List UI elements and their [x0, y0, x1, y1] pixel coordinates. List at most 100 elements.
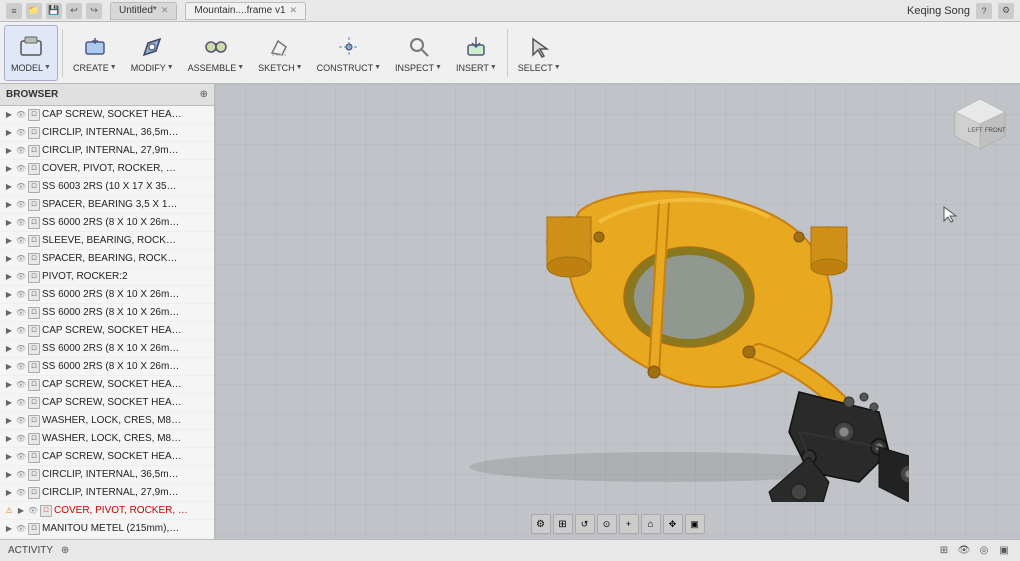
- browser-item-visibility[interactable]: 👁: [16, 200, 26, 210]
- toolbar-select[interactable]: SELECT ▼: [512, 25, 567, 81]
- browser-item[interactable]: ▶👁□CAP SCREW, SOCKET HEAD, FLA...: [0, 322, 214, 340]
- browser-item-expand[interactable]: ▶: [4, 308, 14, 318]
- bottom-grid-icon[interactable]: ⊞: [936, 543, 952, 559]
- browser-item-expand[interactable]: ▶: [4, 236, 14, 246]
- browser-item-visibility[interactable]: 👁: [16, 110, 26, 120]
- browser-item-expand[interactable]: ▶: [4, 128, 14, 138]
- browser-list[interactable]: ▶👁□CAP SCREW, SOCKET HEAD, CRI...▶👁□CIRC…: [0, 106, 214, 539]
- browser-item-visibility[interactable]: 👁: [16, 146, 26, 156]
- browser-item-visibility[interactable]: 👁: [16, 308, 26, 318]
- view-orbit-icon[interactable]: ↺: [575, 514, 595, 534]
- browser-item[interactable]: ▶👁□CAP SCREW, SOCKET HEAD, FLA...: [0, 376, 214, 394]
- browser-item-visibility[interactable]: 👁: [16, 452, 26, 462]
- zoom-in-icon[interactable]: +: [619, 514, 639, 534]
- browser-item-visibility[interactable]: 👁: [16, 182, 26, 192]
- browser-item[interactable]: ▶👁□WASHER, LOCK, CRES, M8, 12,7...: [0, 430, 214, 448]
- browser-item[interactable]: ▶👁□CIRCLIP, INTERNAL, 36,5mm OI...: [0, 124, 214, 142]
- browser-item-expand[interactable]: ▶: [4, 362, 14, 372]
- toolbar-insert[interactable]: INSERT ▼: [450, 25, 503, 81]
- view-home-icon[interactable]: ⌂: [641, 514, 661, 534]
- browser-item-expand[interactable]: ▶: [4, 344, 14, 354]
- browser-item-expand[interactable]: ▶: [4, 182, 14, 192]
- toolbar-modify[interactable]: MODIFY ▼: [125, 25, 180, 81]
- browser-item-expand[interactable]: ▶: [4, 164, 14, 174]
- browser-item[interactable]: ▶👁□CAP SCREW, SOCKET HEAD, CRI...: [0, 448, 214, 466]
- browser-item-visibility[interactable]: 👁: [16, 524, 26, 534]
- bottom-section-icon[interactable]: ▣: [996, 543, 1012, 559]
- browser-item-expand[interactable]: ▶: [4, 110, 14, 120]
- browser-item[interactable]: ▶👁□ROCKER:1: [0, 538, 214, 539]
- browser-item[interactable]: ▶👁□CAP SCREW, SOCKET HEAD, CRI...: [0, 106, 214, 124]
- browser-item-expand[interactable]: ▶: [4, 452, 14, 462]
- browser-item-visibility[interactable]: 👁: [16, 470, 26, 480]
- view-cube[interactable]: LEFT FRONT: [950, 94, 1010, 154]
- browser-item-visibility[interactable]: 👁: [16, 128, 26, 138]
- toolbar-assemble[interactable]: ASSEMBLE ▼: [182, 25, 250, 81]
- browser-item-expand[interactable]: ▶: [4, 434, 14, 444]
- bottom-eye-icon[interactable]: 👁: [956, 543, 972, 559]
- tab-mountain-frame-close[interactable]: ✕: [290, 5, 298, 16]
- browser-item-visibility[interactable]: 👁: [16, 380, 26, 390]
- browser-item-expand[interactable]: ▶: [4, 416, 14, 426]
- quick-access-icon[interactable]: 📁: [26, 3, 42, 19]
- browser-item[interactable]: ▶👁□SS 6003 2RS (10 X 17 X 35mm)...: [0, 178, 214, 196]
- toolbar-model[interactable]: MODEL ▼: [4, 25, 58, 81]
- browser-item-expand[interactable]: ▶: [16, 506, 26, 516]
- browser-item-visibility[interactable]: 👁: [16, 362, 26, 372]
- browser-item-visibility[interactable]: 👁: [28, 506, 38, 516]
- browser-item[interactable]: ▶👁□CIRCLIP, INTERNAL, 27,9mm OI...: [0, 484, 214, 502]
- browser-item-expand[interactable]: ▶: [4, 218, 14, 228]
- view-pan-icon[interactable]: ✥: [663, 514, 683, 534]
- browser-item-expand[interactable]: ▶: [4, 326, 14, 336]
- browser-item-visibility[interactable]: 👁: [16, 416, 26, 426]
- toolbar-create[interactable]: CREATE ▼: [67, 25, 123, 81]
- toolbar-inspect[interactable]: INSPECT ▼: [389, 25, 448, 81]
- tab-untitled-close[interactable]: ✕: [161, 5, 169, 16]
- browser-item-expand[interactable]: ▶: [4, 488, 14, 498]
- browser-item[interactable]: ▶👁□PIVOT, ROCKER:2: [0, 268, 214, 286]
- app-menu-icon[interactable]: ≡: [6, 3, 22, 19]
- bottom-camera-icon[interactable]: ◎: [976, 543, 992, 559]
- browser-item-visibility[interactable]: 👁: [16, 398, 26, 408]
- toolbar-sketch[interactable]: SKETCH ▼: [252, 25, 308, 81]
- browser-expand-icon[interactable]: ⊕: [200, 89, 208, 100]
- browser-item[interactable]: ▶👁□CIRCLIP, INTERNAL, 27,9mm OI...: [0, 142, 214, 160]
- viewport[interactable]: LEFT FRONT: [215, 84, 1020, 539]
- browser-item-visibility[interactable]: 👁: [16, 164, 26, 174]
- activity-expand-icon[interactable]: ⊕: [57, 543, 73, 559]
- browser-item-expand[interactable]: ▶: [4, 380, 14, 390]
- browser-item-expand[interactable]: ▶: [4, 254, 14, 264]
- settings-icon[interactable]: ⚙: [998, 3, 1014, 19]
- view-settings-icon[interactable]: ⚙: [531, 514, 551, 534]
- browser-item[interactable]: ▶👁□COVER, PIVOT, ROCKER, M27,9...: [0, 160, 214, 178]
- browser-item[interactable]: ▶👁□SS 6000 2RS (8 X 10 X 26mm):4: [0, 304, 214, 322]
- browser-item[interactable]: ▶👁□SS 6000 2RS (8 X 10 X 26mm):6: [0, 358, 214, 376]
- browser-item[interactable]: ▶👁□CIRCLIP, INTERNAL, 36,5mm OI...: [0, 466, 214, 484]
- browser-item-visibility[interactable]: 👁: [16, 344, 26, 354]
- browser-item[interactable]: ▶👁□SS 6000 2RS (8 X 10 X 26mm):3: [0, 286, 214, 304]
- undo-icon[interactable]: ↩: [66, 3, 82, 19]
- zoom-fit-icon[interactable]: ⊙: [597, 514, 617, 534]
- browser-item-expand[interactable]: ▶: [4, 398, 14, 408]
- browser-item[interactable]: ▶👁□MANITOU METEL (215mm), 6 W...: [0, 520, 214, 538]
- browser-item-visibility[interactable]: 👁: [16, 272, 26, 282]
- save-icon[interactable]: 💾: [46, 3, 62, 19]
- browser-item-visibility[interactable]: 👁: [16, 290, 26, 300]
- browser-item-expand[interactable]: ▶: [4, 290, 14, 300]
- browser-item-expand[interactable]: ▶: [4, 524, 14, 534]
- browser-item-visibility[interactable]: 👁: [16, 326, 26, 336]
- view-grid-icon[interactable]: ⊞: [553, 514, 573, 534]
- browser-item[interactable]: ▶👁□SLEEVE, BEARING, ROCKER, FW...: [0, 232, 214, 250]
- tab-untitled[interactable]: Untitled* ✕: [110, 2, 177, 20]
- browser-item-visibility[interactable]: 👁: [16, 488, 26, 498]
- view-section-icon[interactable]: ▣: [685, 514, 705, 534]
- browser-item[interactable]: ▶👁□SPACER, BEARING, ROCKER, MI...: [0, 250, 214, 268]
- browser-item[interactable]: ▶👁□WASHER, LOCK, CRES, M8, 12,7...: [0, 412, 214, 430]
- browser-item-visibility[interactable]: 👁: [16, 254, 26, 264]
- toolbar-construct[interactable]: CONSTRUCT ▼: [311, 25, 387, 81]
- browser-item-expand[interactable]: ▶: [4, 146, 14, 156]
- tab-mountain-frame[interactable]: Mountain....frame v1 ✕: [185, 2, 306, 20]
- redo-icon[interactable]: ↪: [86, 3, 102, 19]
- browser-item-expand[interactable]: ▶: [4, 200, 14, 210]
- browser-item-visibility[interactable]: 👁: [16, 218, 26, 228]
